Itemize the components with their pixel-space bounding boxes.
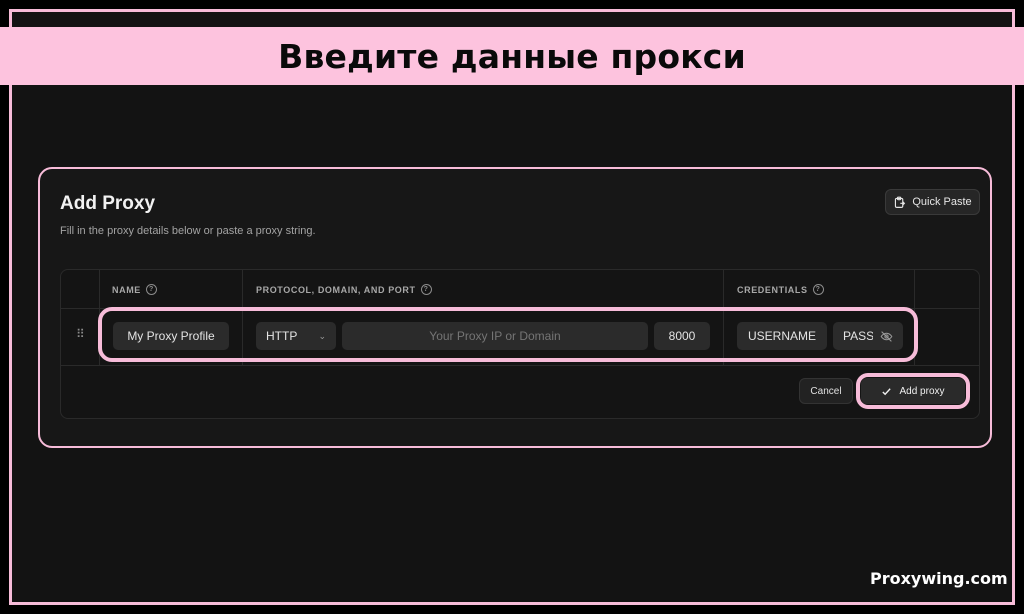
- column-divider: [914, 270, 915, 365]
- dialog-title: Add Proxy: [60, 193, 156, 214]
- header-protocol-label: PROTOCOL, DOMAIN, AND PORT: [256, 284, 416, 295]
- column-divider: [242, 270, 243, 365]
- clipboard-icon: [895, 196, 906, 208]
- help-icon[interactable]: ?: [420, 284, 432, 295]
- help-icon[interactable]: ?: [145, 284, 157, 295]
- help-icon[interactable]: ?: [812, 284, 824, 295]
- quick-paste-button[interactable]: Quick Paste: [885, 189, 980, 215]
- proxy-table: NAME ? PROTOCOL, DOMAIN, AND PORT ? CRED…: [60, 269, 980, 419]
- header-credentials: CREDENTIALS ?: [737, 270, 824, 309]
- header-name-label: NAME: [112, 284, 141, 295]
- header-credentials-label: CREDENTIALS: [737, 284, 808, 295]
- profile-name-field[interactable]: My Proxy Profile: [113, 322, 229, 350]
- add-proxy-label: Add proxy: [899, 385, 945, 397]
- protocol-value: HTTP: [266, 329, 298, 343]
- cancel-button[interactable]: Cancel: [799, 378, 853, 404]
- header-protocol: PROTOCOL, DOMAIN, AND PORT ?: [256, 270, 432, 309]
- username-field[interactable]: USERNAME: [737, 322, 827, 350]
- check-icon: [882, 387, 892, 395]
- protocol-select[interactable]: HTTP ⌄: [256, 322, 336, 350]
- column-divider: [99, 270, 100, 365]
- instruction-banner: Введите данные прокси: [0, 27, 1024, 85]
- chevron-down-icon: ⌄: [318, 330, 326, 341]
- drag-handle-icon[interactable]: ⠿: [76, 328, 85, 340]
- column-divider: [723, 270, 724, 365]
- row-divider: [61, 365, 979, 366]
- eye-off-icon[interactable]: [880, 330, 893, 343]
- banner-title: Введите данные прокси: [278, 36, 746, 76]
- host-input[interactable]: [342, 322, 648, 350]
- header-name: NAME ?: [112, 270, 157, 309]
- add-proxy-button[interactable]: Add proxy: [861, 378, 965, 404]
- port-field[interactable]: 8000: [654, 322, 710, 350]
- password-value: PASSWORD: [843, 329, 873, 343]
- add-proxy-dialog: Add Proxy Fill in the proxy details belo…: [38, 167, 992, 448]
- password-field[interactable]: PASSWORD: [833, 322, 903, 350]
- dialog-subtitle: Fill in the proxy details below or paste…: [60, 225, 316, 237]
- table-header: [61, 270, 979, 309]
- quick-paste-label: Quick Paste: [912, 196, 972, 208]
- watermark-logo: Proxywing.com: [870, 569, 1008, 588]
